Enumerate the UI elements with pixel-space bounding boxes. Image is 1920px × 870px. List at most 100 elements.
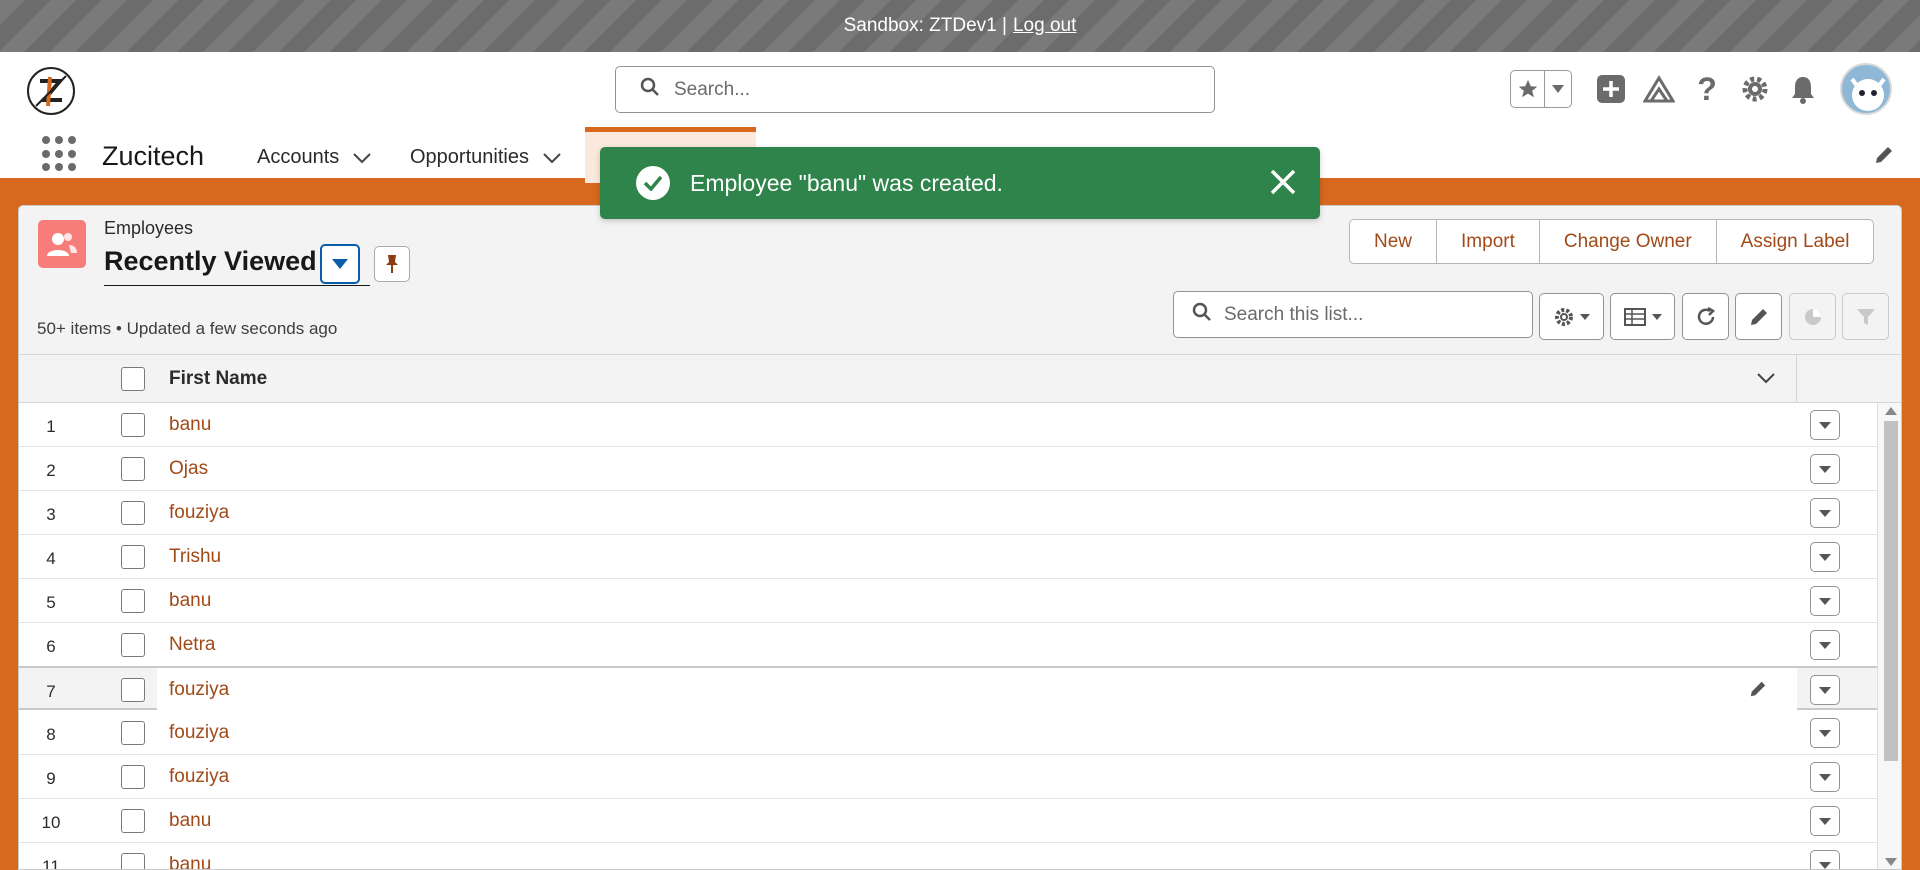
row-actions-button[interactable] bbox=[1810, 675, 1840, 705]
list-search-placeholder: Search this list... bbox=[1224, 303, 1364, 325]
close-icon[interactable] bbox=[1268, 167, 1298, 202]
company-logo[interactable] bbox=[26, 66, 76, 116]
assign-label-button[interactable]: Assign Label bbox=[1715, 220, 1874, 263]
record-link[interactable]: fouziya bbox=[169, 722, 229, 744]
row-checkbox[interactable] bbox=[121, 721, 145, 745]
chevron-down-icon[interactable] bbox=[353, 152, 371, 164]
row-checkbox[interactable] bbox=[121, 545, 145, 569]
search-icon bbox=[1192, 302, 1212, 327]
table-scrollbar[interactable] bbox=[1877, 403, 1901, 869]
table-row-hovered: 7 fouziya bbox=[19, 666, 1877, 710]
pin-list-button[interactable] bbox=[374, 246, 410, 282]
inline-edit-pencil-icon[interactable] bbox=[1749, 680, 1767, 703]
row-checkbox[interactable] bbox=[121, 457, 145, 481]
first-name-cell: banu bbox=[157, 579, 1797, 621]
chevron-down-icon[interactable] bbox=[543, 152, 561, 164]
row-number: 7 bbox=[46, 682, 56, 701]
app-launcher-icon[interactable] bbox=[42, 136, 78, 172]
row-checkbox[interactable] bbox=[121, 678, 145, 702]
list-view-switcher[interactable] bbox=[320, 244, 360, 284]
record-link[interactable]: banu bbox=[169, 590, 211, 612]
filter-button[interactable] bbox=[1842, 293, 1889, 340]
row-checkbox[interactable] bbox=[121, 809, 145, 833]
scrollbar-thumb[interactable] bbox=[1884, 421, 1898, 761]
first-name-cell: fouziya bbox=[157, 491, 1797, 533]
user-avatar[interactable] bbox=[1840, 63, 1892, 115]
first-name-cell: banu bbox=[157, 799, 1797, 841]
settings-icon[interactable] bbox=[1738, 72, 1772, 106]
list-action-buttons: New Import Change Owner Assign Label bbox=[1349, 219, 1875, 264]
change-owner-button[interactable]: Change Owner bbox=[1538, 220, 1716, 263]
help-icon[interactable]: ? bbox=[1690, 71, 1724, 107]
filter-icon bbox=[1856, 308, 1875, 325]
trailhead-icon[interactable] bbox=[1642, 72, 1676, 106]
caret-down-icon bbox=[1819, 597, 1831, 605]
list-meta-info: 50+ items • Updated a few seconds ago bbox=[37, 319, 338, 338]
charts-button[interactable] bbox=[1789, 293, 1836, 340]
display-as-button[interactable] bbox=[1610, 293, 1675, 340]
record-link[interactable]: fouziya bbox=[169, 766, 229, 788]
row-actions-button[interactable] bbox=[1810, 718, 1840, 748]
row-checkbox[interactable] bbox=[121, 765, 145, 789]
column-header-first-name[interactable]: First Name bbox=[169, 368, 267, 390]
row-actions-button[interactable] bbox=[1810, 586, 1840, 616]
record-link[interactable]: fouziya bbox=[169, 679, 229, 701]
record-link[interactable]: Ojas bbox=[169, 458, 208, 480]
caret-down-icon bbox=[1579, 313, 1590, 320]
row-number: 3 bbox=[46, 505, 56, 524]
nav-item-accounts[interactable]: Accounts bbox=[257, 146, 371, 169]
first-name-cell: fouziya bbox=[157, 755, 1797, 797]
notification-bell-icon[interactable] bbox=[1786, 72, 1820, 106]
row-actions-button[interactable] bbox=[1810, 410, 1840, 440]
row-actions-button[interactable] bbox=[1810, 630, 1840, 660]
record-link[interactable]: fouziya bbox=[169, 502, 229, 524]
record-link[interactable]: banu bbox=[169, 854, 211, 869]
sandbox-label: Sandbox: ZTDev1 | bbox=[843, 15, 1007, 36]
select-all-checkbox[interactable] bbox=[121, 367, 145, 391]
record-link[interactable]: banu bbox=[169, 810, 211, 832]
table-row: 2 Ojas bbox=[19, 447, 1877, 491]
first-name-cell: Ojas bbox=[157, 447, 1797, 489]
record-link[interactable]: banu bbox=[169, 414, 211, 436]
refresh-button[interactable] bbox=[1682, 293, 1729, 340]
row-checkbox[interactable] bbox=[121, 589, 145, 613]
edit-nav-icon[interactable] bbox=[1874, 145, 1894, 170]
row-actions-button[interactable] bbox=[1810, 454, 1840, 484]
caret-down-icon bbox=[1819, 773, 1831, 781]
row-actions-button[interactable] bbox=[1810, 542, 1840, 572]
row-actions-button[interactable] bbox=[1810, 498, 1840, 528]
row-checkbox[interactable] bbox=[121, 633, 145, 657]
row-actions-button[interactable] bbox=[1810, 850, 1840, 869]
logout-link[interactable]: Log out bbox=[1013, 15, 1076, 37]
favorites-button[interactable] bbox=[1510, 70, 1572, 108]
new-button[interactable]: New bbox=[1350, 220, 1436, 263]
row-checkbox[interactable] bbox=[121, 501, 145, 525]
table-row: 10 banu bbox=[19, 799, 1877, 843]
row-checkbox[interactable] bbox=[121, 413, 145, 437]
row-checkbox[interactable] bbox=[121, 853, 145, 869]
list-view-card: Employees Recently Viewed New Import Cha… bbox=[18, 205, 1902, 870]
nav-item-opportunities[interactable]: Opportunities bbox=[410, 146, 561, 169]
list-settings-button[interactable] bbox=[1539, 293, 1604, 340]
column-actions-chevron-icon[interactable] bbox=[1757, 371, 1775, 389]
record-link[interactable]: Netra bbox=[169, 634, 215, 656]
row-number: 1 bbox=[46, 417, 56, 436]
row-actions-button[interactable] bbox=[1810, 806, 1840, 836]
list-search-input[interactable]: Search this list... bbox=[1173, 291, 1533, 338]
inline-edit-button[interactable] bbox=[1735, 293, 1782, 340]
table-row: 11 banu bbox=[19, 843, 1877, 870]
table-row: 6 Netra bbox=[19, 623, 1877, 667]
global-search-input[interactable]: Search... bbox=[615, 66, 1215, 113]
add-icon[interactable] bbox=[1594, 72, 1628, 106]
success-toast: Employee "banu" was created. bbox=[600, 147, 1320, 219]
favorites-dropdown-icon[interactable] bbox=[1545, 71, 1571, 107]
app-name: Zucitech bbox=[102, 141, 205, 171]
record-link[interactable]: Trishu bbox=[169, 546, 221, 568]
nav-item-label: Opportunities bbox=[410, 146, 529, 168]
row-actions-button[interactable] bbox=[1810, 762, 1840, 792]
row-number: 11 bbox=[42, 857, 60, 870]
star-icon[interactable] bbox=[1511, 71, 1545, 107]
caret-down-icon bbox=[1819, 861, 1831, 869]
first-name-cell: Trishu bbox=[157, 535, 1797, 577]
import-button[interactable]: Import bbox=[1436, 220, 1539, 263]
